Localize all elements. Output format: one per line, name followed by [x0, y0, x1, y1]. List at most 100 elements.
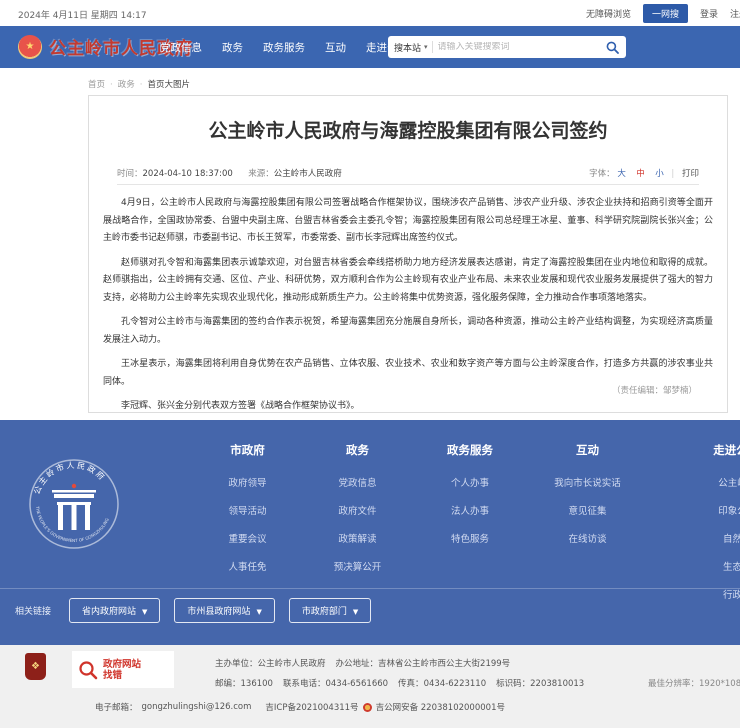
footer-column-title: 互动	[530, 442, 645, 458]
bottom-info-bar: ❖ 政府网站 找错 主办单位：公主岭市人民政府办公地址：吉林省公主岭市西公主大街…	[0, 645, 740, 728]
footer-link-opinion-collection[interactable]: 意见征集	[530, 503, 645, 517]
code-value: 2203810013	[530, 679, 584, 689]
host-label: 主办单位：	[215, 659, 258, 669]
article-paragraph: 孔令智对公主岭市与海露集团的签约合作表示祝贺，希望海露集团充分施展自身所长，调动…	[103, 314, 713, 349]
dropdown-provincial-gov-sites[interactable]: 省内政府网站▼	[69, 598, 160, 623]
breadcrumb-current: 首页大图片	[147, 80, 190, 90]
footer-link-legal-entity-affairs[interactable]: 法人办事	[420, 503, 520, 517]
footer-link-city-overview[interactable]: 公主岭概况	[682, 475, 740, 489]
chevron-down-icon: ▼	[256, 608, 261, 616]
nav-item-interaction[interactable]: 互动	[325, 40, 346, 55]
icp-number[interactable]: 吉ICP备2021004311号	[265, 701, 358, 713]
breadcrumb-separator: ·	[110, 80, 113, 90]
footer-divider	[0, 588, 740, 589]
print-button[interactable]: 打印	[682, 169, 699, 179]
article-box: 公主岭市人民政府与海露控股集团有限公司签约 时间：2024-04-10 18:3…	[88, 95, 728, 413]
police-number[interactable]: 吉公网安备 22038102000001号	[376, 701, 505, 713]
footer-column-city-gov: 市政府 政府领导 领导活动 重要会议 人事任免	[200, 442, 295, 587]
one-net-search-button[interactable]: 一网搜	[643, 4, 688, 23]
related-links-label: 相关链接	[15, 604, 51, 617]
font-size-small-button[interactable]: 小	[655, 169, 664, 179]
footer-link-personal-affairs[interactable]: 个人办事	[420, 475, 520, 489]
email-value: gongzhulingshi@126.com	[142, 702, 252, 712]
address-value: 吉林省公主岭市西公主大街2199号	[378, 659, 510, 669]
footer-link-policy-interpretation[interactable]: 政策解读	[315, 531, 400, 545]
search-divider	[432, 41, 433, 53]
editor-note: （责任编辑：邹梦楠）	[612, 384, 697, 396]
breadcrumb: 首页 · 政务 · 首页大图片	[88, 78, 190, 90]
register-link[interactable]: 注册	[730, 7, 740, 20]
search-scope-select[interactable]: 搜本站	[394, 41, 421, 54]
footer-link-budget-disclosure[interactable]: 预决算公开	[315, 559, 400, 573]
login-link[interactable]: 登录	[700, 7, 718, 20]
article-paragraph: 赵师骐对孔令智和海露集团表示诚挚欢迎，对台盟吉林省委会牵线搭桥助力地方经济发展表…	[103, 255, 713, 308]
badge-text-line1: 政府网站	[103, 659, 141, 670]
article-meta: 时间：2024-04-10 18:37:00 来源：公主岭市人民政府 字体： 大…	[117, 165, 699, 185]
site-search: 搜本站 ▾	[388, 36, 626, 58]
email-icp-line: 电子邮箱： gongzhulingshi@126.com 吉ICP备2021004…	[95, 701, 505, 713]
email-label: 电子邮箱：	[95, 701, 138, 713]
nav-item-government[interactable]: 政务	[222, 40, 243, 55]
zip-label: 邮编：	[215, 679, 241, 689]
footer-link-administrative-divisions[interactable]: 行政区划	[682, 587, 740, 601]
related-links-row: 相关链接 省内政府网站▼ 市州县政府网站▼ 市政府部门▼	[15, 598, 371, 623]
footer-column-services: 政务服务 个人办事 法人办事 特色服务	[420, 442, 520, 559]
breadcrumb-government[interactable]: 政务	[118, 80, 135, 90]
footer-column-about-city: 走进公主岭 公主岭概况 印象公主岭 自然地理 生态环境 行政区划	[682, 442, 740, 615]
best-resolution-note: 最佳分辨率：1920*1080	[648, 677, 740, 689]
supervision-emblem-icon: ❖	[25, 653, 46, 680]
chevron-down-icon: ▼	[353, 608, 358, 616]
nav-item-party-info[interactable]: 党政信息	[160, 40, 202, 55]
dropdown-gov-departments[interactable]: 市政府部门▼	[289, 598, 371, 623]
font-size-large-button[interactable]: 大	[617, 169, 626, 179]
article-meta-right: 字体： 大 中 小 | 打印	[589, 167, 699, 179]
footer-column-title: 政务	[315, 442, 400, 458]
footer-link-ecology[interactable]: 生态环境	[682, 559, 740, 573]
host-value: 公主岭市人民政府	[258, 659, 326, 669]
breadcrumb-home[interactable]: 首页	[88, 80, 105, 90]
footer-link-natural-geography[interactable]: 自然地理	[682, 531, 740, 545]
phone-label: 联系电话：	[283, 679, 326, 689]
article-body: 4月9日，公主岭市人民政府与海露控股集团有限公司签署战略合作框架协议，围绕涉农产…	[103, 195, 713, 416]
footer-government-seal: 公主岭市人民政府 THE PEOPLE'S GOVERNMENT OF GONG…	[24, 442, 124, 577]
footer-link-special-services[interactable]: 特色服务	[420, 531, 520, 545]
code-label: 标识码：	[496, 679, 530, 689]
footer-column-interaction: 互动 我向市长说实话 意见征集 在线访谈	[530, 442, 645, 559]
phone-value: 0434-6561660	[325, 679, 388, 689]
footer-link-leader-activities[interactable]: 领导活动	[200, 503, 295, 517]
contact-line: 邮编：136100联系电话：0434-6561660传真：0434-622311…	[215, 677, 584, 689]
site-error-report-badge[interactable]: 政府网站 找错	[72, 651, 174, 688]
footer-link-city-impression[interactable]: 印象公主岭	[682, 503, 740, 517]
accessibility-link[interactable]: 无障碍浏览	[586, 7, 631, 20]
chevron-down-icon: ▾	[424, 43, 428, 51]
chevron-down-icon: ▼	[142, 608, 147, 616]
footer-column-title: 政务服务	[420, 442, 520, 458]
error-report-magnifier-icon	[78, 660, 98, 680]
badge-text-line2: 找错	[103, 670, 141, 681]
footer-link-party-info[interactable]: 党政信息	[315, 475, 400, 489]
national-emblem-icon: ★	[18, 35, 42, 59]
fax-value: 0434-6223110	[424, 679, 487, 689]
footer-link-gov-documents[interactable]: 政府文件	[315, 503, 400, 517]
font-size-label: 字体：	[589, 169, 615, 179]
footer-column-title: 走进公主岭	[682, 442, 740, 458]
footer-link-speak-to-mayor[interactable]: 我向市长说实话	[530, 475, 645, 489]
address-label: 办公地址：	[336, 659, 379, 669]
footer-link-important-meetings[interactable]: 重要会议	[200, 531, 295, 545]
content-area: 首页 · 政务 · 首页大图片 公主岭市人民政府与海露控股集团有限公司签约 时间：202…	[0, 68, 740, 420]
breadcrumb-separator: ·	[140, 80, 143, 90]
nav-item-services[interactable]: 政务服务	[263, 40, 305, 55]
footer-column-title: 市政府	[200, 442, 295, 458]
footer-link-personnel[interactable]: 人事任免	[200, 559, 295, 573]
publish-time: 2024-04-10 18:37:00	[143, 169, 233, 179]
search-icon[interactable]	[604, 39, 620, 55]
search-input[interactable]	[438, 42, 604, 52]
article-paragraph: 李冠辉、张兴金分别代表双方签署《战略合作框架协议书》。	[103, 398, 713, 416]
article-title: 公主岭市人民政府与海露控股集团有限公司签约	[89, 116, 727, 143]
dropdown-city-county-gov-sites[interactable]: 市州县政府网站▼	[174, 598, 274, 623]
font-size-medium-button[interactable]: 中	[636, 169, 645, 179]
footer-link-online-interview[interactable]: 在线访谈	[530, 531, 645, 545]
footer-column-government: 政务 党政信息 政府文件 政策解读 预决算公开	[315, 442, 400, 587]
footer-link-gov-leaders[interactable]: 政府领导	[200, 475, 295, 489]
zip-value: 136100	[241, 679, 273, 689]
